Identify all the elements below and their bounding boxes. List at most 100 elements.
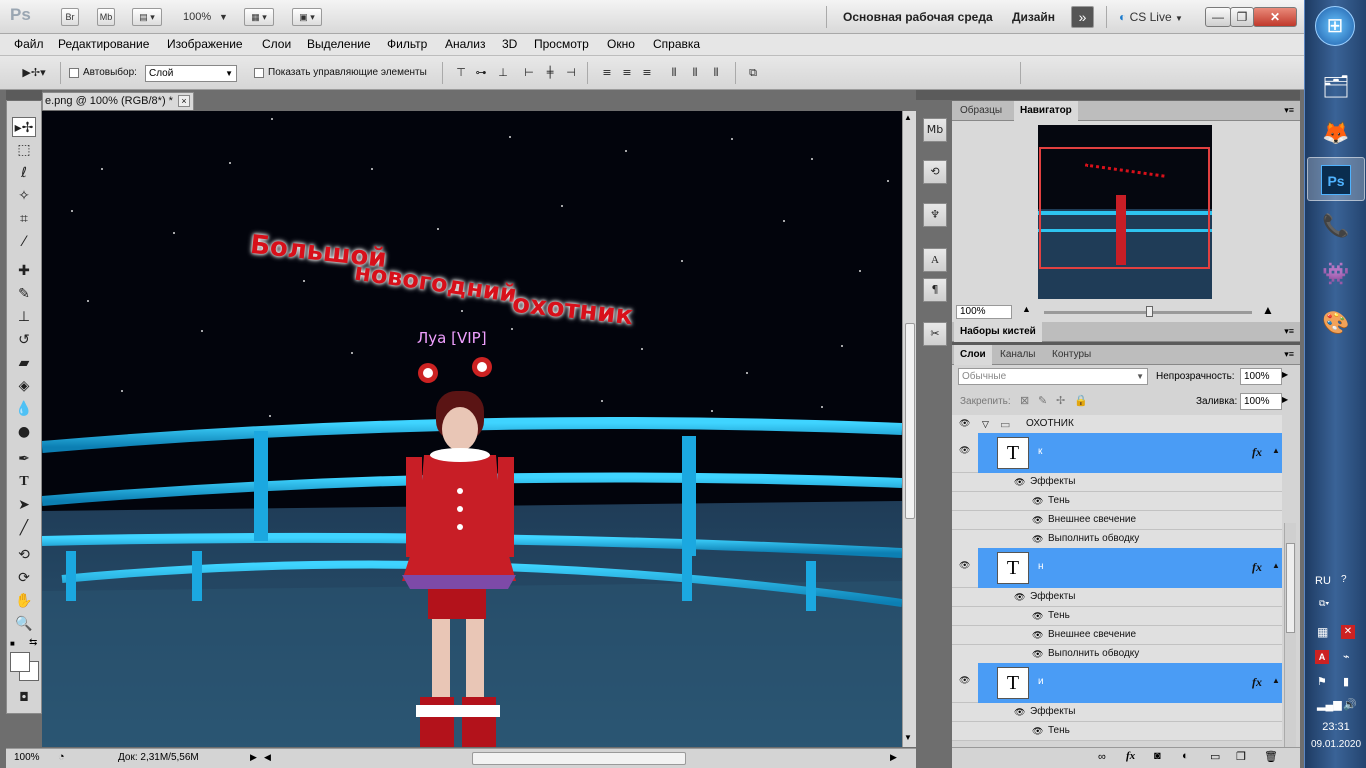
scroll-thumb[interactable] (905, 323, 915, 519)
delete-layer-icon[interactable]: 🗑 (1264, 750, 1278, 763)
menu-image[interactable]: Изображение (167, 37, 243, 51)
effects-row[interactable]: 👁 Эффекты (952, 703, 1282, 722)
eye-icon[interactable]: 👁 (959, 561, 971, 571)
language-indicator[interactable]: RU (1315, 575, 1331, 587)
usb-tray-icon[interactable]: ⌁ (1343, 650, 1350, 663)
close-icon[interactable]: × (178, 95, 190, 107)
menu-3d[interactable]: 3D (502, 37, 517, 51)
menu-file[interactable]: Файл (14, 37, 44, 51)
tab-layers[interactable]: Слои (954, 345, 992, 365)
lasso-tool-icon[interactable]: ℓ (12, 163, 36, 183)
opacity-arrow-icon[interactable]: ▶ (1282, 370, 1288, 379)
marquee-tool-icon[interactable]: ⬚ (12, 140, 36, 160)
distribute-bottom-icon[interactable]: ≡ (640, 66, 654, 80)
effect-row[interactable]: 👁 Внешнее свечение (952, 511, 1282, 530)
menu-window[interactable]: Окно (607, 37, 635, 51)
eye-icon[interactable]: 👁 (1032, 611, 1043, 622)
distribute-right-icon[interactable]: ⦀ (709, 66, 723, 80)
hscroll-right-icon[interactable]: ▶ (890, 752, 897, 763)
minimize-button[interactable]: — (1205, 7, 1231, 27)
effect-row[interactable]: 👁 Внешнее свечение (952, 626, 1282, 645)
effects-collapse-icon[interactable]: ▲ (1272, 676, 1280, 685)
tray-app-icon[interactable]: ▦ (1317, 625, 1328, 639)
lock-pixels-icon[interactable]: ✎ (1038, 394, 1047, 407)
close-button[interactable]: ✕ (1253, 7, 1297, 27)
action-center-flag-icon[interactable]: ⚑ (1317, 675, 1327, 688)
paragraph-panel-icon[interactable]: ¶ (923, 278, 947, 302)
new-group-icon[interactable]: ▭ (1210, 750, 1220, 763)
photoshop-taskbar-icon[interactable]: Ps (1307, 157, 1365, 201)
tab-navigator[interactable]: Навигатор (1014, 101, 1078, 121)
double-chevron-icon[interactable]: » (1071, 6, 1094, 28)
layers-scrollbar[interactable] (1284, 523, 1296, 747)
eye-icon[interactable]: 👁 (959, 446, 971, 456)
add-style-icon[interactable]: fx (1126, 750, 1135, 762)
eraser-tool-icon[interactable]: ▰ (12, 353, 36, 373)
lock-transparency-icon[interactable]: ⊠ (1020, 394, 1029, 407)
text-layer-row[interactable]: 👁 T к fx ▲ (952, 433, 1282, 473)
link-layers-icon[interactable]: ∞ (1098, 751, 1106, 763)
viber-taskbar-icon[interactable]: 📞 (1307, 205, 1365, 249)
auto-select-checkbox[interactable] (69, 68, 79, 78)
tab-paths[interactable]: Контуры (1046, 345, 1097, 365)
navigator-zoom-slider-handle[interactable] (1146, 306, 1153, 317)
menu-filter[interactable]: Фильтр (387, 37, 427, 51)
hand-tool-icon[interactable]: ✋ (12, 591, 36, 611)
hscroll-left-icon[interactable]: ◀ (264, 752, 271, 763)
history-panel-icon[interactable]: ⟲ (923, 160, 947, 184)
scroll-up-icon[interactable]: ▲ (904, 113, 912, 122)
move-tool-icon[interactable]: ▸✢ (12, 117, 36, 137)
type-tool-icon[interactable]: T (12, 472, 36, 492)
align-top-icon[interactable]: ⊤ (454, 66, 468, 80)
volume-tray-icon[interactable]: 🔊 (1343, 698, 1357, 711)
zoom-tool-icon[interactable]: 🔍 (12, 614, 36, 634)
swap-colors-icon[interactable]: ⇆ (29, 637, 37, 648)
eye-icon[interactable]: 👁 (1032, 534, 1043, 545)
workspace-essentials-button[interactable]: Основная рабочая среда (843, 6, 993, 28)
auto-select-dropdown[interactable]: Слой ▼ (145, 65, 237, 82)
eye-icon[interactable]: 👁 (1032, 649, 1043, 660)
eye-icon[interactable]: 👁 (1032, 726, 1043, 737)
effect-row[interactable]: 👁 Выполнить обводку (952, 645, 1282, 664)
navigator-zoom-field[interactable]: 100% (956, 305, 1012, 319)
document-canvas[interactable]: Большой новогодний охотник Луа [VIP] (42, 111, 902, 747)
align-left-icon[interactable]: ⊢ (522, 66, 536, 80)
start-button[interactable]: ⊞ (1315, 6, 1355, 46)
clock-date[interactable]: 09.01.2020 (1305, 739, 1366, 750)
tool-presets-panel-icon[interactable]: ✂ (923, 322, 947, 346)
effects-collapse-icon[interactable]: ▲ (1272, 446, 1280, 455)
vertical-scrollbar[interactable]: ▲ ▼ (902, 111, 916, 747)
menu-layer[interactable]: Слои (262, 37, 291, 51)
line-tool-icon[interactable]: ╱ (12, 518, 36, 538)
scroll-down-icon[interactable]: ▼ (904, 733, 912, 742)
quick-mask-icon[interactable]: ◘ (12, 687, 36, 707)
document-tabbar-collapse-icon[interactable] (6, 90, 42, 100)
status-info-icon[interactable]: ◔ (58, 751, 65, 763)
game-launcher-taskbar-icon[interactable]: 👾 (1307, 253, 1365, 297)
panel-menu-icon[interactable]: ▾≡ (1284, 349, 1294, 360)
eye-icon[interactable]: 👁 (959, 676, 971, 686)
move-tool-preset-icon[interactable]: ▶✢▾ (20, 66, 48, 80)
effects-collapse-icon[interactable]: ▲ (1272, 561, 1280, 570)
add-mask-icon[interactable]: ◙ (1154, 750, 1161, 762)
show-hidden-icons-arrow[interactable]: ⧉▾ (1319, 598, 1329, 609)
auto-align-layers-icon[interactable]: ⧉ (746, 66, 760, 80)
tab-brush-presets[interactable]: Наборы кистей (954, 322, 1042, 342)
workspace-design-button[interactable]: Дизайн (1012, 6, 1055, 28)
clock-time[interactable]: 23:31 (1305, 721, 1366, 733)
align-right-icon[interactable]: ⊣ (564, 66, 578, 80)
3d-rotate-tool-icon[interactable]: ⟲ (12, 545, 36, 565)
cs-live-button[interactable]: ◐ CS Live ▼ (1119, 8, 1183, 26)
effects-row[interactable]: 👁 Эффекты (952, 473, 1282, 492)
blur-tool-icon[interactable]: 💧 (12, 399, 36, 419)
menu-view[interactable]: Просмотр (534, 37, 589, 51)
power-tray-icon[interactable]: ▮ (1343, 675, 1349, 688)
dock-collapse-icon[interactable] (916, 90, 952, 100)
clone-stamp-tool-icon[interactable]: ⊥ (12, 307, 36, 327)
3d-orbit-tool-icon[interactable]: ⟳ (12, 568, 36, 588)
eye-icon[interactable]: 👁 (1032, 515, 1043, 526)
adjustment-layer-icon[interactable]: ◐ (1182, 750, 1189, 762)
panel-menu-icon[interactable]: ▾≡ (1284, 326, 1294, 337)
path-selection-tool-icon[interactable]: ➤ (12, 495, 36, 515)
lock-all-icon[interactable]: 🔒 (1074, 394, 1088, 407)
